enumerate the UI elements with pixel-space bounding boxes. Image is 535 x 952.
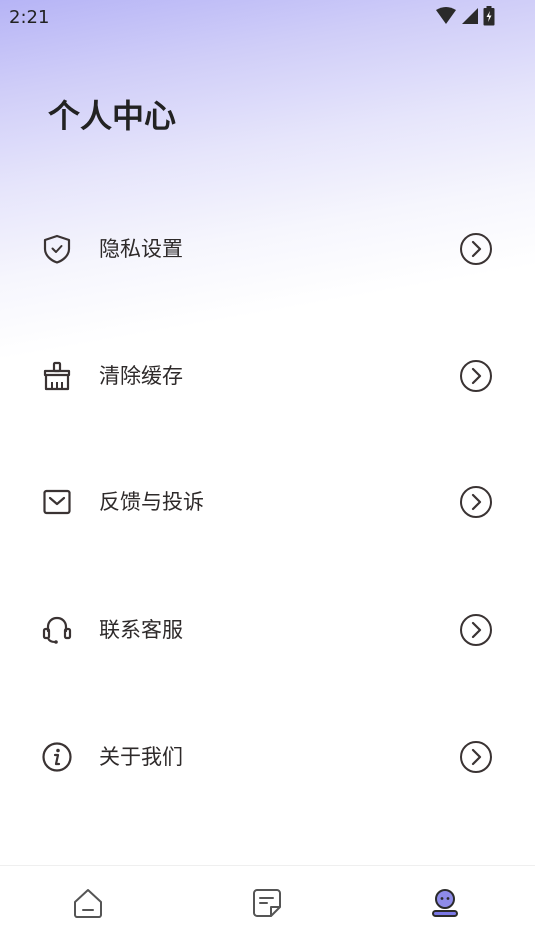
menu-item-privacy-settings[interactable]: 隐私设置 [0, 216, 535, 280]
brush-icon [43, 361, 71, 391]
chevron-right-circle-icon[interactable] [459, 613, 493, 647]
mailbox-icon [43, 489, 71, 515]
tab-profile[interactable] [415, 886, 475, 936]
note-icon [253, 889, 281, 917]
bottom-navigation [0, 865, 535, 952]
chevron-right-circle-icon[interactable] [459, 740, 493, 774]
wifi-icon [436, 7, 456, 24]
menu-item-label: 反馈与投诉 [99, 490, 204, 514]
menu-item-contact-support[interactable]: 联系客服 [0, 597, 535, 661]
battery-icon [483, 6, 495, 26]
status-bar: 2:21 [0, 0, 535, 36]
header-gradient-background [0, 0, 535, 357]
chevron-right-circle-icon[interactable] [459, 232, 493, 266]
chevron-right-circle-icon[interactable] [459, 359, 493, 393]
shield-icon [43, 234, 71, 264]
home-icon [74, 889, 102, 918]
page-title: 个人中心 [48, 97, 177, 135]
status-time: 2:21 [9, 7, 50, 28]
menu-item-label: 关于我们 [99, 745, 183, 769]
headset-icon [42, 616, 72, 644]
info-icon [42, 742, 72, 772]
status-icons [435, 6, 495, 26]
menu-item-label: 联系客服 [99, 618, 183, 642]
menu-item-label: 隐私设置 [99, 237, 183, 261]
menu-item-label: 清除缓存 [99, 364, 183, 388]
menu-item-about-us[interactable]: 关于我们 [0, 724, 535, 788]
menu-item-feedback[interactable]: 反馈与投诉 [0, 469, 535, 533]
profile-icon [432, 889, 458, 917]
menu-item-clear-cache[interactable]: 清除缓存 [0, 343, 535, 407]
signal-icon [462, 8, 478, 24]
chevron-right-circle-icon[interactable] [459, 485, 493, 519]
tab-notes[interactable] [237, 886, 297, 936]
tab-home[interactable] [58, 886, 118, 936]
